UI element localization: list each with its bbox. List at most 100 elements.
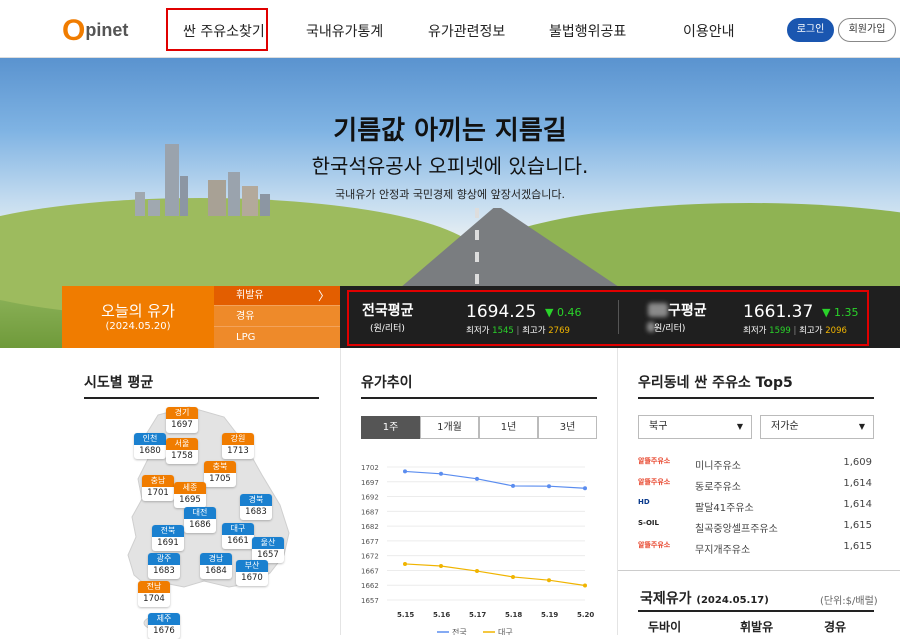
nav-violations[interactable]: 불법행위공표 bbox=[549, 21, 626, 41]
marker-region: 대전 bbox=[184, 507, 216, 519]
data-point bbox=[439, 471, 443, 476]
data-point bbox=[547, 578, 551, 583]
period-tab-1m[interactable]: 1개월 bbox=[420, 416, 479, 439]
station-name: 동로주유소 bbox=[695, 482, 741, 493]
x-tick-label: 5.19 bbox=[541, 611, 558, 619]
tab-lpg[interactable]: LPG bbox=[214, 328, 340, 348]
station-row[interactable]: HD 팔달41주유소 1,614 bbox=[638, 495, 874, 515]
hero-title: 기름값 아끼는 지름길 bbox=[333, 116, 567, 146]
marker-value: 1713 bbox=[227, 446, 249, 456]
period-tab-3y[interactable]: 3년 bbox=[538, 416, 597, 439]
intl-col-gasoline: 휘발유 bbox=[740, 620, 774, 634]
map-marker-6[interactable]: 세종 1695 bbox=[174, 482, 206, 508]
brand-logo-icon: 알뜰주유소 bbox=[638, 541, 671, 549]
brand-logo-icon: HD bbox=[638, 498, 650, 506]
map-marker-16[interactable]: 제주 1676 bbox=[148, 613, 180, 639]
y-tick-label: 1702 bbox=[361, 464, 379, 472]
title-underline bbox=[638, 610, 874, 612]
marker-region: 충남 bbox=[142, 475, 174, 487]
data-point bbox=[547, 484, 551, 489]
fuel-tabs: 휘발유 〉 경유 LPG bbox=[214, 286, 340, 348]
signup-button[interactable]: 회원가입 bbox=[838, 18, 896, 42]
marker-value: 1683 bbox=[153, 566, 175, 576]
marker-region: 부산 bbox=[236, 560, 268, 572]
title-underline bbox=[638, 397, 874, 399]
x-tick-label: 5.16 bbox=[433, 611, 450, 619]
map-marker-5[interactable]: 충남 1701 bbox=[142, 475, 174, 501]
korea-map: 경기 1697 인천 1680 서울 1758 강원 1713 충북 1705 충남 1701 세종 16… bbox=[84, 405, 314, 639]
y-tick-label: 1697 bbox=[361, 479, 379, 487]
marker-value: 1686 bbox=[189, 520, 211, 530]
login-button[interactable]: 로그인 bbox=[787, 18, 834, 42]
sido-title: 시도별 평균 bbox=[84, 375, 154, 391]
map-marker-3[interactable]: 강원 1713 bbox=[222, 433, 254, 459]
today-title: 오늘의 유가 bbox=[101, 302, 175, 320]
column-divider bbox=[617, 348, 618, 635]
station-price: 1,615 bbox=[843, 520, 872, 531]
x-tick-label: 5.18 bbox=[505, 611, 522, 619]
map-marker-2[interactable]: 서울 1758 bbox=[166, 438, 198, 464]
tab-gasoline[interactable]: 휘발유 〉 bbox=[214, 286, 340, 306]
nav-price-info[interactable]: 유가관련정보 bbox=[428, 21, 505, 41]
map-marker-4[interactable]: 충북 1705 bbox=[204, 461, 236, 487]
intl-col-dubai: 두바이 bbox=[648, 620, 682, 634]
station-name: 무지개주유소 bbox=[695, 545, 751, 556]
legend-label: 대구 bbox=[498, 628, 513, 635]
region-select[interactable]: 북구 ▼ bbox=[638, 415, 752, 439]
map-marker-12[interactable]: 광주 1683 bbox=[148, 553, 180, 579]
section-divider bbox=[618, 570, 900, 571]
data-point bbox=[439, 564, 443, 569]
series-line-1 bbox=[404, 563, 586, 587]
intl-unit: (단위:$/배럴) bbox=[820, 596, 878, 607]
legend-label: 전국 bbox=[452, 627, 467, 635]
title-underline bbox=[361, 397, 597, 399]
map-marker-1[interactable]: 인천 1680 bbox=[134, 433, 166, 459]
y-tick-label: 1687 bbox=[361, 508, 379, 516]
map-marker-7[interactable]: 경북 1683 bbox=[240, 494, 272, 520]
x-tick-label: 5.20 bbox=[577, 611, 594, 619]
marker-value: 1683 bbox=[245, 507, 267, 517]
y-tick-label: 1677 bbox=[361, 538, 379, 546]
marker-region: 대구 bbox=[222, 523, 254, 535]
nav-guide[interactable]: 이용안내 bbox=[683, 21, 735, 41]
brand-logo-icon: S-OIL bbox=[638, 519, 659, 527]
map-marker-10[interactable]: 대구 1661 bbox=[222, 523, 254, 549]
map-marker-8[interactable]: 대전 1686 bbox=[184, 507, 216, 533]
nav-domestic-stats[interactable]: 국내유가통계 bbox=[306, 21, 383, 41]
trend-title: 유가추이 bbox=[361, 375, 413, 391]
marker-value: 1676 bbox=[153, 626, 175, 636]
period-tab-1y[interactable]: 1년 bbox=[479, 416, 538, 439]
station-name: 미니주유소 bbox=[695, 461, 741, 472]
marker-region: 강원 bbox=[222, 433, 254, 445]
map-marker-13[interactable]: 경남 1684 bbox=[200, 553, 232, 579]
marker-value: 1697 bbox=[171, 420, 193, 430]
station-row[interactable]: S-OIL 칠곡중앙셀프주유소 1,615 bbox=[638, 516, 874, 536]
period-tab-1w[interactable]: 1주 bbox=[361, 416, 420, 439]
map-marker-9[interactable]: 전북 1691 bbox=[152, 525, 184, 551]
highlight-box bbox=[347, 290, 869, 346]
marker-value: 1680 bbox=[139, 446, 161, 456]
station-row[interactable]: 알뜰주유소 무지개주유소 1,615 bbox=[638, 537, 874, 557]
marker-value: 1684 bbox=[205, 566, 227, 576]
station-name: 팔달41주유소 bbox=[695, 503, 754, 514]
y-tick-label: 1662 bbox=[361, 582, 379, 590]
sort-select[interactable]: 저가순 ▼ bbox=[760, 415, 874, 439]
station-row[interactable]: 알뜰주유소 동로주유소 1,614 bbox=[638, 474, 874, 494]
map-marker-15[interactable]: 전남 1704 bbox=[138, 581, 170, 607]
data-point bbox=[511, 483, 515, 488]
data-point bbox=[583, 583, 587, 588]
brand-logo-icon: 알뜰주유소 bbox=[638, 457, 671, 465]
opinet-logo[interactable]: Opinet bbox=[62, 14, 128, 48]
tab-diesel[interactable]: 경유 bbox=[214, 307, 340, 327]
map-marker-14[interactable]: 부산 1670 bbox=[236, 560, 268, 586]
y-tick-label: 1672 bbox=[361, 553, 379, 561]
marker-region: 인천 bbox=[134, 433, 166, 445]
period-tabs: 1주 1개월 1년 3년 bbox=[361, 416, 597, 439]
top5-title: 우리동네 싼 주유소 Top5 bbox=[638, 375, 793, 391]
map-marker-0[interactable]: 경기 1697 bbox=[166, 407, 198, 433]
station-price: 1,614 bbox=[843, 478, 872, 489]
station-row[interactable]: 알뜰주유소 미니주유소 1,609 bbox=[638, 453, 874, 473]
data-point bbox=[583, 486, 587, 491]
marker-region: 세종 bbox=[174, 482, 206, 494]
data-point bbox=[403, 469, 407, 474]
